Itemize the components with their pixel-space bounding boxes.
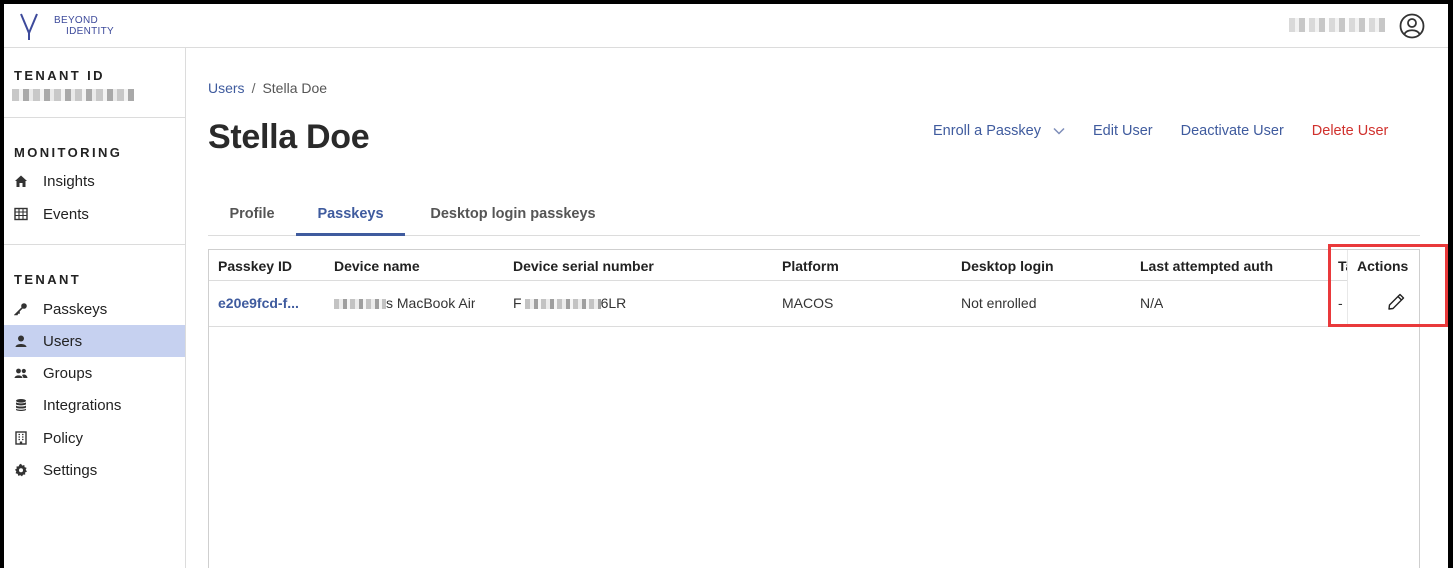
pencil-icon[interactable] bbox=[1387, 292, 1406, 311]
top-bar: BEYOND IDENTITY bbox=[4, 4, 1448, 48]
brand-line-2: IDENTITY bbox=[66, 26, 114, 37]
device-serial-cell: F 6LR bbox=[513, 295, 626, 311]
last-auth-cell: N/A bbox=[1140, 295, 1164, 311]
column-header-actions: Actions bbox=[1357, 258, 1409, 274]
table-icon bbox=[14, 207, 28, 221]
device-name-suffix: s MacBook Air bbox=[386, 295, 476, 311]
sidebar-item-users[interactable]: Users bbox=[4, 325, 185, 357]
enroll-passkey-dropdown[interactable]: Enroll a Passkey bbox=[933, 123, 1065, 139]
actions-column: Actions bbox=[1347, 250, 1419, 327]
brand-wordmark: BEYOND IDENTITY bbox=[54, 15, 114, 37]
sidebar-item-label: Groups bbox=[43, 364, 93, 382]
redacted-text bbox=[524, 299, 601, 310]
tenant-id-value-redacted bbox=[12, 89, 134, 101]
sidebar-item-passkeys[interactable]: Passkeys bbox=[4, 293, 185, 325]
breadcrumb-separator: / bbox=[251, 80, 256, 96]
table-header: Passkey ID Device name Device serial num… bbox=[209, 250, 1419, 281]
home-icon bbox=[14, 174, 28, 188]
desktop-login-cell: Not enrolled bbox=[961, 295, 1037, 311]
passkeys-table: Passkey ID Device name Device serial num… bbox=[208, 249, 1420, 568]
column-header-device-serial[interactable]: Device serial number bbox=[513, 258, 654, 274]
sidebar-item-label: Policy bbox=[43, 429, 84, 447]
sidebar-item-label: Users bbox=[43, 332, 83, 350]
beyond-identity-logo-icon bbox=[20, 13, 38, 40]
edit-user-button[interactable]: Edit User bbox=[1093, 123, 1153, 139]
tenant-id-heading: TENANT ID bbox=[14, 68, 105, 83]
sidebar-item-label: Passkeys bbox=[43, 300, 108, 318]
tab-passkeys[interactable]: Passkeys bbox=[296, 198, 405, 236]
sidebar-item-label: Events bbox=[43, 205, 89, 223]
user-actions-bar: Enroll a Passkey Edit User Deactivate Us… bbox=[933, 123, 1388, 139]
database-icon bbox=[14, 398, 28, 412]
platform-cell: MACOS bbox=[782, 295, 834, 311]
chevron-down-icon bbox=[1053, 127, 1065, 135]
sidebar-item-integrations[interactable]: Integrations bbox=[4, 389, 185, 421]
sidebar-item-label: Insights bbox=[43, 172, 95, 190]
delete-user-button[interactable]: Delete User bbox=[1312, 123, 1389, 139]
column-header-truncated[interactable]: Ta bbox=[1338, 258, 1347, 274]
column-header-passkey-id[interactable]: Passkey ID bbox=[218, 258, 292, 274]
gear-icon bbox=[14, 463, 28, 477]
sidebar-item-settings[interactable]: Settings bbox=[4, 454, 185, 486]
tenant-heading: TENANT bbox=[14, 272, 82, 287]
breadcrumb: Users / Stella Doe bbox=[208, 80, 327, 96]
page-title: Stella Doe bbox=[208, 118, 370, 156]
sidebar-item-label: Settings bbox=[43, 461, 98, 479]
app-window: BEYOND IDENTITY TENANT ID MONITORING Ins… bbox=[4, 4, 1448, 568]
tab-profile[interactable]: Profile bbox=[208, 198, 296, 236]
sidebar-divider bbox=[4, 244, 186, 245]
serial-suffix: 6LR bbox=[600, 295, 627, 311]
column-header-device-name[interactable]: Device name bbox=[334, 258, 420, 274]
enroll-passkey-label: Enroll a Passkey bbox=[933, 123, 1041, 139]
sidebar-item-events[interactable]: Events bbox=[4, 198, 185, 230]
user-icon bbox=[14, 334, 28, 348]
building-icon bbox=[14, 431, 28, 445]
group-icon bbox=[14, 366, 28, 380]
device-name-cell: s MacBook Air bbox=[334, 295, 475, 311]
column-header-platform[interactable]: Platform bbox=[782, 258, 839, 274]
sidebar-item-groups[interactable]: Groups bbox=[4, 357, 185, 389]
user-tabs: Profile Passkeys Desktop login passkeys bbox=[208, 198, 1420, 236]
serial-prefix: F bbox=[513, 295, 522, 311]
brand-line-1: BEYOND bbox=[54, 15, 99, 26]
user-name-redacted[interactable] bbox=[1289, 18, 1385, 32]
breadcrumb-current: Stella Doe bbox=[262, 80, 328, 96]
user-circle-icon[interactable] bbox=[1398, 12, 1426, 40]
sidebar-item-insights[interactable]: Insights bbox=[4, 165, 185, 197]
truncated-cell: - bbox=[1338, 295, 1343, 311]
key-icon bbox=[14, 302, 28, 316]
deactivate-user-button[interactable]: Deactivate User bbox=[1181, 123, 1284, 139]
brand-logo[interactable]: BEYOND IDENTITY bbox=[18, 11, 114, 41]
breadcrumb-users-link[interactable]: Users bbox=[208, 80, 245, 96]
sidebar: TENANT ID MONITORING Insights Events TEN… bbox=[4, 48, 186, 568]
table-row[interactable]: e20e9fcd-f... s MacBook Air F 6LR MACOS N… bbox=[209, 281, 1419, 327]
redacted-text bbox=[334, 299, 386, 310]
sidebar-item-label: Integrations bbox=[43, 396, 122, 414]
column-header-last-attempted-auth[interactable]: Last attempted auth bbox=[1140, 258, 1273, 274]
column-header-desktop-login[interactable]: Desktop login bbox=[961, 258, 1054, 274]
tab-desktop-login-passkeys[interactable]: Desktop login passkeys bbox=[413, 198, 613, 236]
passkey-id-link[interactable]: e20e9fcd-f... bbox=[218, 295, 299, 311]
sidebar-divider bbox=[4, 117, 186, 118]
monitoring-heading: MONITORING bbox=[14, 145, 123, 160]
sidebar-item-policy[interactable]: Policy bbox=[4, 422, 185, 454]
